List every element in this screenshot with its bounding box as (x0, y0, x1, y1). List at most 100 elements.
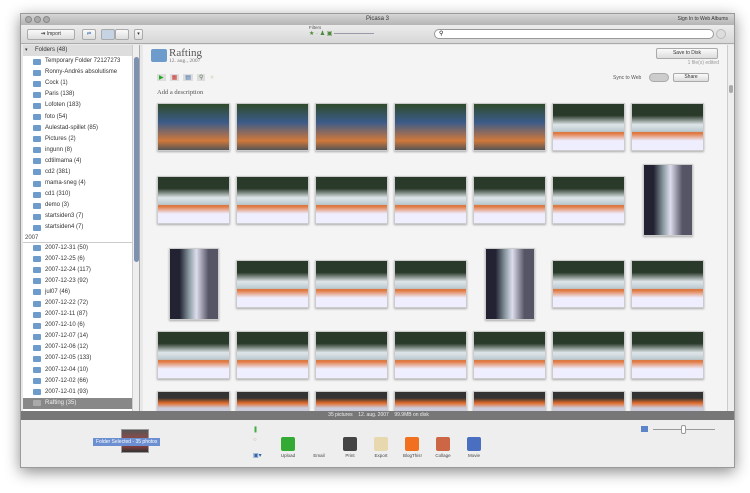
folder-item[interactable]: startsiden4 (7) (23, 222, 139, 233)
photo-thumbnail[interactable] (315, 260, 388, 308)
folder-item[interactable]: mama-sneg (4) (23, 178, 139, 189)
folder-item[interactable]: Temporary Folder 72127273 (23, 56, 139, 67)
folder-item[interactable]: cd1 (310) (23, 189, 139, 200)
folder-item[interactable]: 2007-12-24 (117) (23, 265, 139, 276)
action-upload-button[interactable]: Upload (279, 437, 297, 458)
account-icon[interactable] (716, 29, 726, 39)
geotag-icon[interactable]: ⚲ (196, 74, 206, 81)
add-to-album-icon[interactable]: ▣▾ (253, 452, 262, 459)
photo-thumbnail[interactable] (157, 331, 230, 379)
folder-item[interactable]: 2007-12-01 (93) (23, 387, 139, 398)
folder-item[interactable]: Paris (138) (23, 89, 139, 100)
folder-item[interactable]: 2007-12-04 (10) (23, 365, 139, 376)
folder-item[interactable]: 2007-12-02 (66) (23, 376, 139, 387)
photo-thumbnail[interactable] (236, 176, 309, 224)
folder-item[interactable]: ingunn (8) (23, 145, 139, 156)
folder-view-button[interactable] (115, 29, 129, 40)
album-description[interactable]: Add a description (157, 89, 203, 96)
sidebar-scrollbar[interactable] (132, 45, 139, 411)
photo-thumbnail[interactable] (552, 176, 625, 224)
hold-icon[interactable]: ❚ (253, 426, 258, 433)
folder-item[interactable]: 2007-12-22 (72) (23, 298, 139, 309)
photo-thumbnail[interactable] (315, 103, 388, 151)
view-menu-button[interactable]: ▾ (134, 29, 143, 40)
minimize-button[interactable] (34, 16, 41, 23)
scroll-thumb[interactable] (729, 85, 733, 93)
photo-thumbnail[interactable] (236, 391, 309, 411)
slider-handle[interactable] (681, 425, 686, 434)
folder-item[interactable]: 2007-12-05 (133) (23, 353, 139, 364)
folder-item-selected[interactable]: Rafting (35) (23, 397, 139, 409)
photo-thumbnail[interactable] (473, 103, 546, 151)
album-date[interactable]: 12. aug., 2007 (169, 58, 200, 64)
photo-thumbnail[interactable] (157, 103, 230, 151)
collapse-icon[interactable]: ▾ (25, 45, 28, 56)
photo-thumbnail[interactable] (631, 103, 704, 151)
folder-item[interactable]: 2007-12-31 (50) (23, 243, 139, 254)
star-icon[interactable]: ★ (209, 74, 214, 81)
folder-item[interactable]: startsiden3 (7) (23, 211, 139, 222)
photo-thumbnail[interactable] (394, 391, 467, 411)
folders-header[interactable]: ▾ Folders (48) (23, 45, 139, 56)
action-email-button[interactable]: Email (310, 437, 328, 458)
action-print-button[interactable]: Print (341, 437, 359, 458)
photo-thumbnail[interactable] (473, 331, 546, 379)
photo-thumbnail[interactable] (631, 331, 704, 379)
people-button[interactable]: ⇄ (82, 29, 96, 40)
folder-item[interactable]: Lofoten (183) (23, 100, 139, 111)
action-export-button[interactable]: Export (372, 437, 390, 458)
photo-thumbnail[interactable] (394, 260, 467, 308)
photo-thumbnail[interactable] (643, 164, 693, 236)
close-button[interactable] (25, 16, 32, 23)
folder-item[interactable]: 2007-12-25 (6) (23, 254, 139, 265)
action-collage-button[interactable]: Collage (434, 437, 452, 458)
photo-thumbnail[interactable] (157, 176, 230, 224)
folder-item[interactable]: Ronny-Andrés absolutisme (23, 67, 139, 78)
photo-thumbnail[interactable] (236, 103, 309, 151)
sign-in-link[interactable]: Sign In to Web Albums (678, 14, 729, 25)
folder-item[interactable]: Pictures (2) (23, 134, 139, 145)
clear-icon[interactable]: ○ (253, 437, 257, 443)
folder-item[interactable]: cdtilmama (4) (23, 156, 139, 167)
photo-thumbnail[interactable] (157, 391, 230, 411)
photo-thumbnail[interactable] (169, 248, 219, 320)
date-filter-slider[interactable] (334, 32, 375, 34)
zoom-button[interactable] (43, 16, 50, 23)
folder-item[interactable]: foto (54) (23, 111, 139, 122)
photo-thumbnail[interactable] (394, 331, 467, 379)
photo-thumbnail[interactable] (315, 331, 388, 379)
sync-toggle[interactable] (649, 73, 669, 82)
import-button[interactable]: ▪▾ Import (27, 29, 75, 40)
photo-thumbnail[interactable] (473, 176, 546, 224)
photo-thumbnail[interactable] (394, 176, 467, 224)
filter-icons[interactable]: ★ · ♟ ▣ (309, 30, 375, 37)
thumbnail-size-slider[interactable] (653, 425, 715, 434)
photo-thumbnail[interactable] (631, 391, 704, 411)
photo-thumbnail[interactable] (552, 103, 625, 151)
slideshow-icon[interactable]: ▶ (157, 74, 166, 81)
photo-thumbnail[interactable] (552, 260, 625, 308)
photo-thumbnail[interactable] (236, 260, 309, 308)
folder-item[interactable]: demo (3) (23, 200, 139, 211)
scroll-thumb[interactable] (134, 57, 139, 262)
photo-thumbnail[interactable] (631, 260, 704, 308)
photo-thumbnail[interactable] (552, 331, 625, 379)
photo-thumbnail[interactable] (473, 391, 546, 411)
folder-item[interactable]: cd2 (381) (23, 167, 139, 178)
folder-item[interactable]: Cock (1) (23, 78, 139, 89)
photo-scrollbar[interactable] (727, 45, 734, 411)
photo-thumbnail[interactable] (394, 103, 467, 151)
search-input[interactable]: ⚲ (434, 29, 714, 39)
folder-item[interactable]: 2007-12-10 (6) (23, 320, 139, 331)
properties-icon[interactable]: ▤ (183, 74, 193, 81)
folder-item[interactable]: Aulestad-spillet (85) (23, 123, 139, 134)
photo-thumbnail[interactable] (315, 391, 388, 411)
folder-item[interactable]: jul07 (46) (23, 287, 139, 298)
action-blogthis-button[interactable]: BlogThis! (403, 437, 422, 458)
photo-thumbnail[interactable] (552, 391, 625, 411)
save-to-disk-button[interactable]: Save to Disk (656, 48, 718, 59)
edit-icon[interactable]: ▦ (169, 74, 180, 81)
photo-thumbnail[interactable] (315, 176, 388, 224)
library-view-button[interactable] (101, 29, 115, 40)
folder-item[interactable]: 2007-12-11 (87) (23, 309, 139, 320)
